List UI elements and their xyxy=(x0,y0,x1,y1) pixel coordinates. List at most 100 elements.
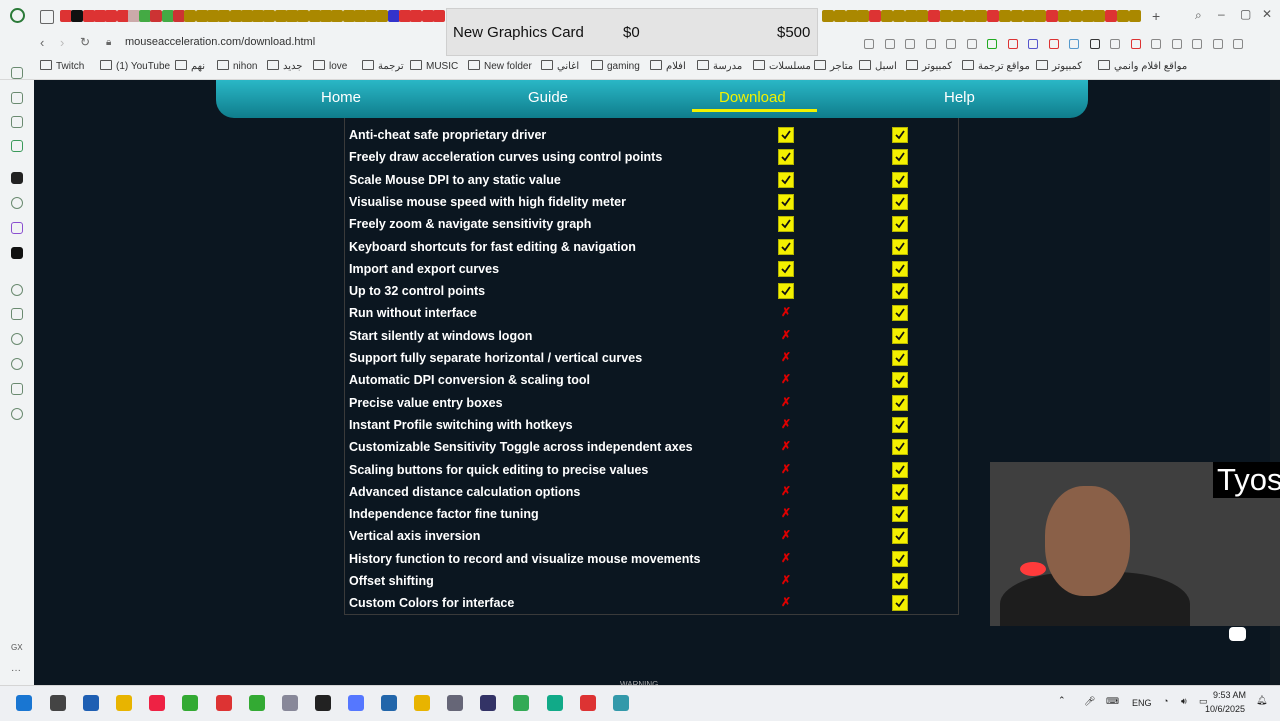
taskbar-app-icon[interactable] xyxy=(612,695,629,711)
x-icon[interactable] xyxy=(11,247,23,259)
taskbar-app-icon[interactable] xyxy=(546,695,563,711)
tab-favicon[interactable] xyxy=(1010,10,1023,22)
clock-date[interactable]: 10/6/2025 xyxy=(1205,704,1245,714)
tab-favicon[interactable] xyxy=(869,10,882,22)
tab-favicon[interactable] xyxy=(240,10,253,22)
tray-chevron-icon[interactable]: ⌃ xyxy=(1058,695,1066,706)
bookmark-item[interactable]: مسلسلات xyxy=(753,60,811,72)
taskbar-app-icon[interactable] xyxy=(182,695,199,711)
maximize-icon[interactable]: ▢ xyxy=(1240,7,1251,21)
extension-icon[interactable] xyxy=(884,39,895,49)
more-dots-icon[interactable]: ··· xyxy=(11,665,21,676)
bookmark-item[interactable]: Twitch xyxy=(40,60,84,72)
extension-icon[interactable] xyxy=(1007,39,1018,49)
bookmark-item[interactable]: love xyxy=(313,60,347,72)
tab-favicon[interactable] xyxy=(331,10,344,22)
tab-favicon[interactable] xyxy=(999,10,1011,22)
bookmark-item[interactable]: (1) YouTube xyxy=(100,60,170,72)
bookmark-item[interactable]: اغاني xyxy=(541,60,579,72)
extension-icon[interactable] xyxy=(1028,39,1038,49)
app-icon[interactable] xyxy=(11,172,23,184)
tab-favicon[interactable] xyxy=(1046,10,1059,22)
nav-help-link[interactable]: Help xyxy=(944,89,975,106)
taskbar-app-icon[interactable] xyxy=(83,695,100,711)
extension-icon[interactable] xyxy=(1212,39,1223,49)
bookmark-item[interactable]: مدرسة xyxy=(697,60,742,72)
bookmark-item[interactable]: مواقع افلام وانمي xyxy=(1098,60,1187,72)
forward-arrow-icon[interactable]: › xyxy=(60,35,64,50)
taskbar-app-icon[interactable] xyxy=(314,695,331,711)
tab-favicon[interactable] xyxy=(150,10,163,22)
extension-icon[interactable] xyxy=(1089,39,1100,49)
extension-icon[interactable] xyxy=(1233,39,1243,49)
tab-icon[interactable] xyxy=(40,10,54,24)
extension-icon[interactable] xyxy=(11,116,23,128)
bookmark-item[interactable]: ترجمة xyxy=(362,60,404,72)
new-tab-icon[interactable]: + xyxy=(1152,8,1160,24)
nav-home-link[interactable]: Home xyxy=(321,89,361,106)
extension-icon[interactable] xyxy=(1048,39,1059,49)
tab-favicon[interactable] xyxy=(342,10,355,22)
clock-time[interactable]: 9:53 AM xyxy=(1213,690,1246,700)
back-arrow-icon[interactable]: ‹ xyxy=(40,35,44,50)
tab-favicon[interactable] xyxy=(252,10,265,22)
tab-favicon[interactable] xyxy=(365,10,378,22)
close-window-icon[interactable]: ✕ xyxy=(1262,7,1272,21)
extension-icon[interactable] xyxy=(946,39,956,49)
tab-favicon[interactable] xyxy=(399,10,411,22)
nav-guide-link[interactable]: Guide xyxy=(528,89,568,106)
tab-favicon[interactable] xyxy=(353,10,366,22)
tab-favicon[interactable] xyxy=(845,10,858,22)
bookmark-item[interactable]: متاجر xyxy=(814,60,853,72)
taskbar-app-icon[interactable] xyxy=(50,695,66,711)
tab-favicon[interactable] xyxy=(410,10,423,22)
bookmark-item[interactable]: MUSIC xyxy=(410,60,458,72)
tab-favicon[interactable] xyxy=(184,10,197,22)
tab-favicon[interactable] xyxy=(1034,10,1047,22)
tab-favicon[interactable] xyxy=(229,10,242,22)
taskbar-app-icon[interactable] xyxy=(579,695,596,711)
tab-favicon[interactable] xyxy=(93,10,106,22)
extension-icon[interactable] xyxy=(966,39,977,49)
tab-favicon[interactable] xyxy=(1022,10,1035,22)
extension-icon[interactable] xyxy=(1130,39,1141,49)
opera-logo-icon[interactable] xyxy=(10,8,25,23)
taskbar-app-icon[interactable] xyxy=(381,695,397,711)
gx-icon[interactable]: GX xyxy=(11,643,23,652)
taskbar-app-icon[interactable] xyxy=(447,695,464,711)
tab-favicon[interactable] xyxy=(904,10,917,22)
tab-favicon[interactable] xyxy=(71,10,84,22)
chatgpt-icon[interactable] xyxy=(11,197,23,209)
minimize-icon[interactable]: – xyxy=(1218,7,1225,21)
tab-favicon[interactable] xyxy=(822,10,834,22)
taskbar-app-icon[interactable] xyxy=(414,695,431,711)
url-field[interactable]: mouseacceleration.com/download.html xyxy=(125,36,315,48)
heart-icon[interactable] xyxy=(11,333,23,345)
tab-favicon[interactable] xyxy=(1081,10,1094,22)
tab-favicon[interactable] xyxy=(173,10,185,22)
tab-favicon[interactable] xyxy=(263,10,276,22)
tab-favicon[interactable] xyxy=(892,10,905,22)
taskbar-app-icon[interactable] xyxy=(149,695,166,711)
aria-icon[interactable] xyxy=(11,92,23,104)
taskbar-app-icon[interactable] xyxy=(480,695,497,711)
bookmark-item[interactable]: New folder xyxy=(468,60,532,72)
tab-favicon[interactable] xyxy=(432,10,445,22)
twitch-icon[interactable] xyxy=(11,222,23,234)
nav-download-link[interactable]: Download xyxy=(719,89,786,106)
extension-icon[interactable] xyxy=(1192,39,1202,49)
tab-favicon[interactable] xyxy=(286,10,298,22)
bookmark-item[interactable]: جديد xyxy=(267,60,302,72)
tab-favicon[interactable] xyxy=(1093,10,1106,22)
messenger-icon[interactable] xyxy=(11,140,23,152)
bookmark-item[interactable]: افلام xyxy=(650,60,686,72)
bookmark-item[interactable]: gaming xyxy=(591,60,640,72)
tab-favicon[interactable] xyxy=(1058,10,1070,22)
extension-icon[interactable] xyxy=(864,39,874,49)
tab-favicon[interactable] xyxy=(387,10,400,22)
language-indicator[interactable]: ENG xyxy=(1132,698,1152,708)
tab-favicon[interactable] xyxy=(916,10,929,22)
tab-favicon[interactable] xyxy=(161,10,174,22)
tab-favicon[interactable] xyxy=(421,10,434,22)
tab-favicon[interactable] xyxy=(833,10,846,22)
